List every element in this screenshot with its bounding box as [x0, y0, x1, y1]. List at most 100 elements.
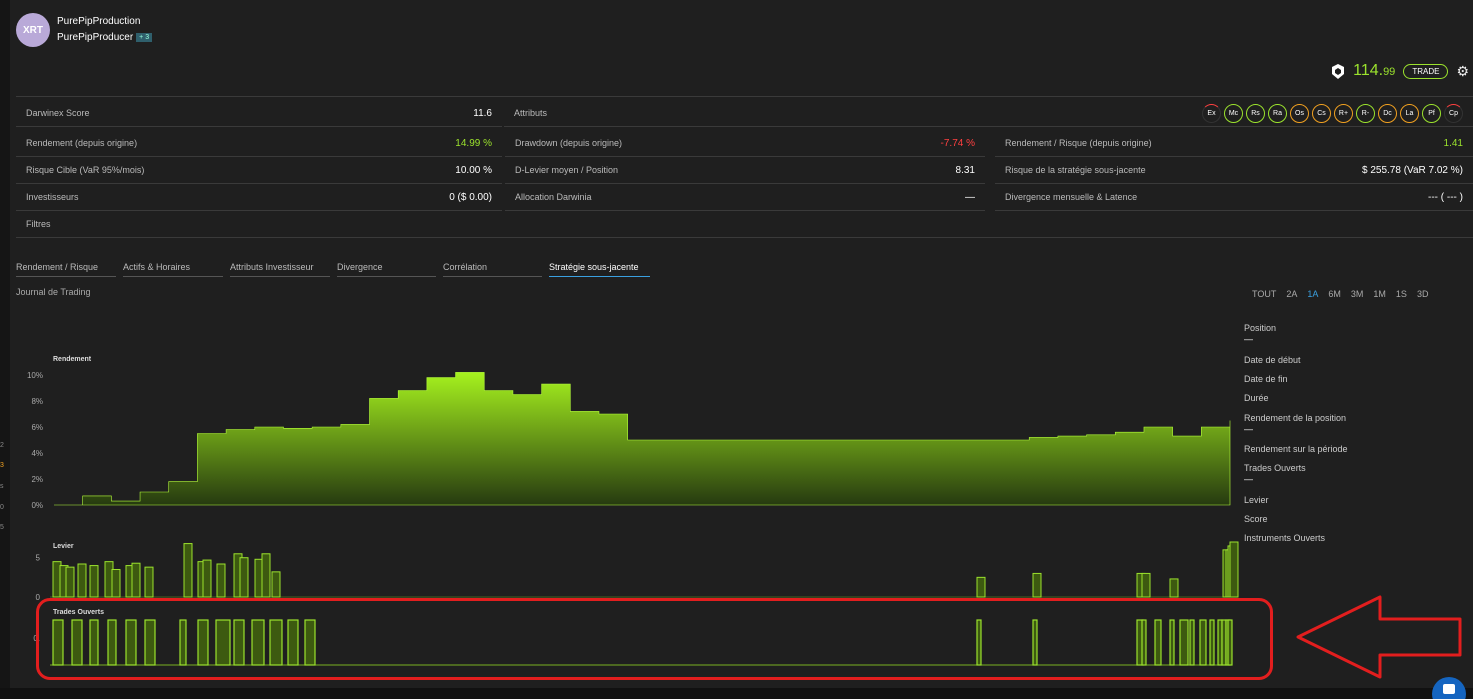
position-label: Position — [1244, 323, 1277, 333]
attribute-badge-rminus[interactable]: R- — [1356, 103, 1375, 123]
attribute-badge-la[interactable]: La — [1400, 103, 1419, 123]
darwin-name[interactable]: PurePipProduction — [57, 16, 140, 27]
attribute-badge-ra[interactable]: Ra — [1268, 103, 1287, 123]
period-selector: TOUT 2A 1A 6M 3M 1M 1S 3D — [1252, 289, 1428, 299]
leverage-bar — [1141, 572, 1151, 598]
open-instruments-label: Instruments Ouverts — [1244, 533, 1326, 543]
open-trades-label: Trades Ouverts — [1244, 463, 1306, 473]
tab-bar: Rendement / Risque Actifs & Horaires Att… — [16, 262, 657, 277]
end-date-label: Date de fin — [1244, 374, 1288, 384]
leverage-value: 8.31 — [955, 164, 975, 176]
tab-investor-attributes[interactable]: Attributs Investisseur — [230, 262, 330, 277]
ret-risk-value: 1.41 — [1443, 137, 1463, 149]
target-risk-value: 10.00 % — [455, 164, 492, 176]
attribute-badge-pf[interactable]: Pf — [1422, 103, 1441, 123]
score-info-label: Score — [1244, 514, 1268, 524]
drawdown-cell: Drawdown (depuis origine) -7.74 % — [505, 130, 985, 157]
leverage-bar — [131, 562, 141, 598]
return-chart: Rendement 0% 2% 4% 6% 8% 10% — [27, 356, 1231, 510]
period-1w[interactable]: 1S — [1396, 289, 1407, 299]
leverage-bar — [1229, 541, 1239, 598]
attribute-badge-rs[interactable]: Rs — [1246, 103, 1265, 123]
tab-underlying-strategy[interactable]: Stratégie sous-jacente — [549, 262, 650, 277]
position-return-value: — — [1244, 424, 1253, 434]
gear-icon[interactable]: ⚙ — [1456, 63, 1469, 80]
period-all[interactable]: TOUT — [1252, 289, 1276, 299]
attribute-badge-dc[interactable]: Dc — [1378, 103, 1397, 123]
tab-return-risk[interactable]: Rendement / Risque — [16, 262, 116, 277]
leverage-bar — [216, 563, 226, 598]
leverage-bar — [1032, 572, 1042, 598]
attribute-badge-mc[interactable]: Mc — [1224, 103, 1243, 123]
leverage-bar — [261, 553, 271, 598]
return-y-tick: 6% — [31, 423, 43, 432]
leverage-bar — [144, 566, 154, 598]
return-chart-title: Rendement — [53, 356, 92, 363]
strategy-risk-cell: Risque de la stratégie sous-jacente $ 25… — [995, 157, 1473, 184]
drawdown-value: -7.74 % — [940, 137, 975, 149]
filters-row[interactable]: Filtres — [16, 211, 1473, 238]
investors-value: 0 ($ 0.00) — [449, 191, 492, 203]
return-y-tick: 10% — [27, 371, 43, 380]
tab-assets-hours[interactable]: Actifs & Horaires — [123, 262, 223, 277]
price-box: 114.99 TRADE ⚙ — [1331, 62, 1469, 80]
attribute-badge-rplus[interactable]: R+ — [1334, 103, 1353, 123]
divergence-value: --- ( --- ) — [1428, 191, 1463, 203]
trader-name-text[interactable]: PurePipProducer — [57, 32, 133, 43]
leverage-bar — [976, 576, 986, 598]
attribute-badge-cp[interactable]: Cp — [1444, 103, 1463, 123]
period-3m[interactable]: 3M — [1351, 289, 1364, 299]
red-arrow-annotation — [1296, 595, 1462, 679]
attribute-badge-os[interactable]: Os — [1290, 103, 1309, 123]
filters-label[interactable]: Filtres — [26, 219, 51, 229]
darwin-price: 114.99 — [1353, 62, 1395, 80]
leverage-bar — [183, 543, 193, 598]
attribute-badge-ex[interactable]: Ex — [1202, 103, 1221, 123]
divergence-cell: Divergence mensuelle & Latence --- ( ---… — [995, 184, 1473, 211]
darwin-avatar[interactable]: XRT — [16, 13, 50, 47]
tab-correlation[interactable]: Corrélation — [443, 262, 542, 277]
leverage-bar — [77, 563, 87, 598]
period-3d[interactable]: 3D — [1417, 289, 1429, 299]
strategy-risk-value: $ 255.78 (VaR 7.02 %) — [1362, 164, 1463, 176]
chat-icon — [1443, 684, 1455, 694]
ret-risk-label: Rendement / Risque (depuis origine) — [1005, 138, 1152, 148]
divergence-label: Divergence mensuelle & Latence — [1005, 192, 1138, 202]
target-risk-cell: Risque Cible (VaR 95%/mois) 10.00 % — [16, 157, 502, 184]
trading-journal-title: Journal de Trading — [16, 287, 91, 297]
drawdown-label: Drawdown (depuis origine) — [515, 138, 623, 148]
leverage-bar — [271, 571, 281, 598]
allocation-label: Allocation Darwinia — [515, 192, 592, 202]
return-value: 14.99 % — [455, 137, 492, 149]
target-risk-label: Risque Cible (VaR 95%/mois) — [26, 165, 145, 175]
tab-divergence[interactable]: Divergence — [337, 262, 436, 277]
leverage-label: D-Levier moyen / Position — [515, 165, 619, 175]
attributes-cell: Attributs Ex Mc Rs Ra Os Cs R+ R- Dc La Pf Cp — [504, 100, 1473, 127]
strategy-risk-label: Risque de la stratégie sous-jacente — [1005, 165, 1146, 175]
score-value: 11.6 — [473, 107, 492, 119]
trader-count-badge: + 3 — [136, 33, 153, 42]
start-date-label: Date de début — [1244, 355, 1301, 365]
investors-label: Investisseurs — [26, 192, 79, 202]
return-y-tick: 8% — [31, 397, 43, 406]
investors-cell: Investisseurs 0 ($ 0.00) — [16, 184, 502, 211]
trader-name[interactable]: PurePipProducer + 3 — [57, 32, 153, 43]
allocation-cell: Allocation Darwinia — — [505, 184, 985, 211]
position-return-label: Rendement de la position — [1244, 413, 1347, 423]
leverage-chart: Levier 05 — [36, 541, 1239, 602]
trade-button[interactable]: TRADE — [1403, 63, 1449, 79]
metrics-table: Darwinex Score 11.6 Attributs Ex Mc Rs Ra Os… — [16, 96, 1473, 238]
price-main: 114. — [1353, 62, 1384, 79]
return-label: Rendement (depuis origine) — [26, 138, 138, 148]
period-1m[interactable]: 1M — [1373, 289, 1386, 299]
ret-risk-cell: Rendement / Risque (depuis origine) 1.41 — [995, 130, 1473, 157]
leverage-bar — [239, 557, 249, 598]
attribute-badge-cs[interactable]: Cs — [1312, 103, 1331, 123]
period-6m[interactable]: 6M — [1328, 289, 1341, 299]
highlight-box — [36, 598, 1273, 680]
leverage-y-tick: 5 — [36, 554, 41, 563]
leverage-info-label: Levier — [1244, 495, 1269, 505]
period-2y[interactable]: 2A — [1286, 289, 1297, 299]
period-1y[interactable]: 1A — [1307, 289, 1318, 299]
open-trades-value: — — [1244, 474, 1253, 484]
